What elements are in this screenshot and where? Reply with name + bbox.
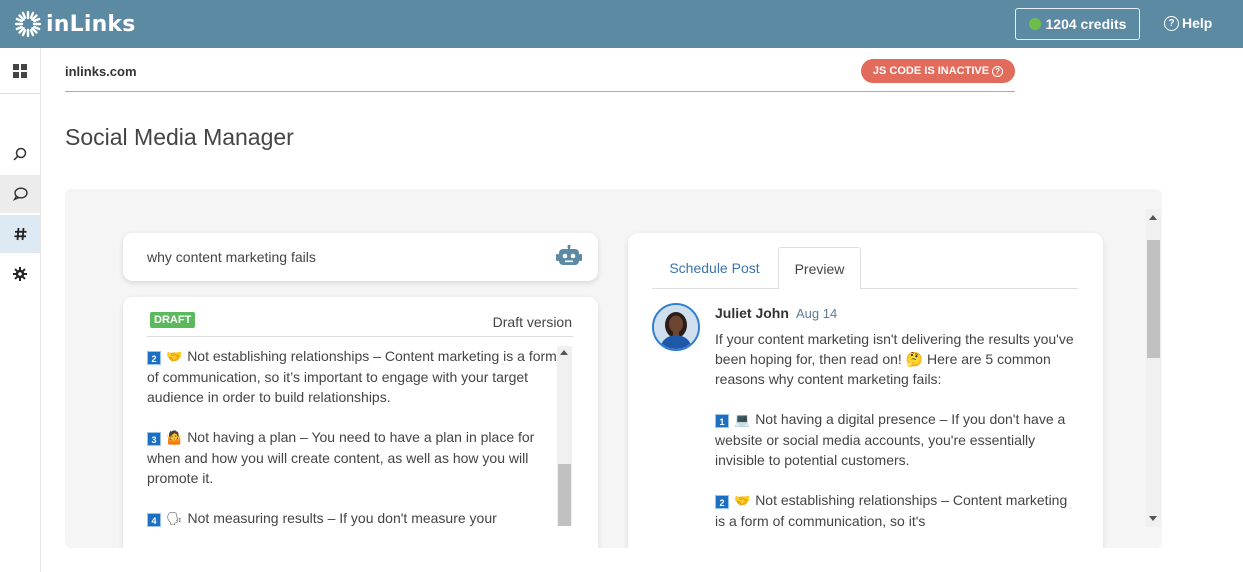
sidebar-item-dashboard[interactable] xyxy=(0,52,40,90)
post-item-text: Not establishing relationships – Content… xyxy=(715,492,1068,529)
page-title: Social Media Manager xyxy=(65,124,294,150)
brand-name: inLinks xyxy=(46,11,136,37)
scroll-up-icon[interactable] xyxy=(1149,215,1157,220)
help-label: Help xyxy=(1182,15,1213,31)
js-status-label: JS CODE IS INACTIVE xyxy=(872,65,990,77)
credits-status-dot xyxy=(1028,18,1041,30)
preview-card: Schedule Post Preview Juliet John Aug 14… xyxy=(628,233,1103,548)
post-date: Aug 14 xyxy=(796,306,838,321)
draft-divider xyxy=(147,336,573,337)
gear-icon xyxy=(13,267,27,281)
help-icon: ? xyxy=(1164,15,1179,31)
post-item-text: Not having a digital presence – If you d… xyxy=(715,411,1066,468)
robot-icon[interactable] xyxy=(556,245,582,267)
logo-icon xyxy=(14,10,42,38)
post-intro: If your content marketing isn't deliveri… xyxy=(715,331,1074,387)
number-1-icon: 1 xyxy=(715,414,729,428)
list-item: 3 🤷 Not having a plan – You need to have a… xyxy=(147,427,557,488)
top-bar: inLinks 1204 credits ? Help xyxy=(0,0,1243,48)
sidebar-item-social[interactable] xyxy=(0,175,40,213)
draft-badge: DRAFT xyxy=(150,312,196,328)
credits-label: 1204 credits xyxy=(1045,16,1127,32)
credits-button[interactable]: 1204 credits xyxy=(1015,8,1140,40)
draft-scrollbar[interactable] xyxy=(557,346,572,526)
speaking-head-icon: 🗣 xyxy=(166,511,183,526)
sidebar-item-search[interactable] xyxy=(0,135,40,173)
chat-icon xyxy=(12,187,28,201)
laptop-icon: 💻 xyxy=(734,412,751,427)
sidebar-item-settings[interactable] xyxy=(0,255,40,293)
site-header: inlinks.com JS CODE IS INACTIVE ? xyxy=(65,58,1015,92)
sidebar-item-hashtag[interactable] xyxy=(0,215,40,253)
grid-icon xyxy=(13,64,27,78)
tab-schedule-post[interactable]: Schedule Post xyxy=(652,247,777,289)
post-body: If your content marketing isn't deliveri… xyxy=(715,329,1080,548)
topic-search-card: why content marketing fails xyxy=(123,233,598,281)
draft-card: DRAFT Draft version 2 🤝 Not establishing r… xyxy=(123,297,598,548)
sidebar xyxy=(0,48,41,572)
preview-tabs: Schedule Post Preview xyxy=(652,247,1078,290)
draft-item-text: Not measuring results – If you don't mea… xyxy=(187,510,497,526)
list-item: 2 🤝 Not establishing relationships – Conte… xyxy=(147,346,557,407)
list-item: 4 🗣 Not measuring results – If you don't m… xyxy=(147,508,557,529)
panel-scrollbar[interactable] xyxy=(1146,209,1161,527)
draft-item-text: Not having a plan – You need to have a p… xyxy=(147,429,535,486)
post-author: Juliet John xyxy=(715,305,789,321)
number-2-icon: 2 xyxy=(147,351,161,365)
hashtag-icon xyxy=(14,227,26,241)
tab-preview[interactable]: Preview xyxy=(778,247,861,290)
draft-text[interactable]: 2 🤝 Not establishing relationships – Conte… xyxy=(147,346,557,548)
scroll-up-icon[interactable] xyxy=(560,350,568,355)
social-panel: why content marketing fails DRAFT Draft … xyxy=(65,189,1162,548)
scroll-down-icon[interactable] xyxy=(1149,516,1157,521)
scroll-thumb[interactable] xyxy=(558,464,571,526)
number-2-icon: 2 xyxy=(715,495,729,509)
draft-version[interactable]: Draft version xyxy=(493,314,572,330)
list-item: 1 💻 Not having a digital presence – If you… xyxy=(715,409,1080,470)
handshake-icon: 🤝 xyxy=(734,493,751,508)
draft-item-text: Not establishing relationships – Content… xyxy=(147,348,557,405)
site-domain[interactable]: inlinks.com xyxy=(65,64,137,79)
list-item: 2 🤝 Not establishing relationships – Conte… xyxy=(715,490,1080,531)
sidebar-divider xyxy=(0,93,40,94)
shrug-icon: 🤷 xyxy=(166,430,183,445)
number-4-icon: 4 xyxy=(147,513,161,527)
info-icon: ? xyxy=(992,65,1004,77)
topic-query[interactable]: why content marketing fails xyxy=(147,249,316,265)
handshake-icon: 🤝 xyxy=(166,349,183,364)
help-link[interactable]: ? Help xyxy=(1164,15,1212,31)
avatar xyxy=(652,303,700,351)
logo[interactable]: inLinks xyxy=(14,10,136,38)
number-3-icon: 3 xyxy=(147,432,161,446)
scroll-thumb[interactable] xyxy=(1147,240,1160,358)
search-icon xyxy=(13,147,27,161)
js-status-badge[interactable]: JS CODE IS INACTIVE ? xyxy=(861,59,1015,83)
